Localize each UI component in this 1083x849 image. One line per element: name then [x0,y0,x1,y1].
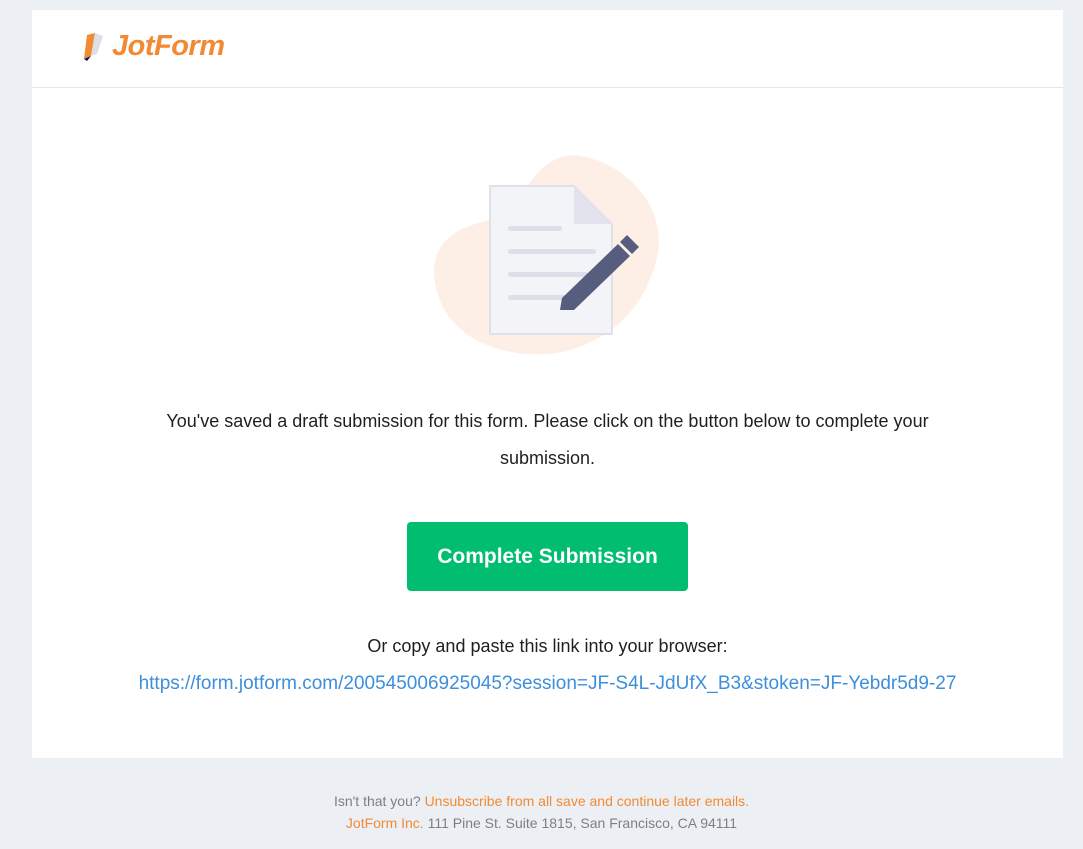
email-footer: Isn't that you? Unsubscribe from all sav… [0,790,1083,834]
jotform-logo[interactable]: JotForm [81,30,225,63]
submission-link[interactable]: https://form.jotform.com/200545006925045… [32,673,1063,695]
footer-address-line: JotForm Inc. 111 Pine St. Suite 1815, Sa… [0,812,1083,834]
email-header: JotForm [32,10,1063,88]
company-address: 111 Pine St. Suite 1815, San Francisco, … [427,815,738,831]
company-link[interactable]: JotForm Inc. [346,815,424,831]
footer-unsubscribe-line: Isn't that you? Unsubscribe from all sav… [0,790,1083,812]
unsubscribe-link[interactable]: Unsubscribe from all save and continue l… [425,793,750,809]
email-card: JotForm You've saved a draft submission … [32,10,1063,758]
draft-saved-message: You've saved a draft submission for this… [166,411,929,468]
complete-submission-button[interactable]: Complete Submission [407,522,688,591]
brand-name: JotForm [112,30,225,62]
jotform-pencil-icon [84,32,103,61]
footer-question: Isn't that you? [333,793,421,809]
copy-link-instructions: Or copy and paste this link into your br… [367,636,728,656]
document-edit-icon [434,155,659,355]
